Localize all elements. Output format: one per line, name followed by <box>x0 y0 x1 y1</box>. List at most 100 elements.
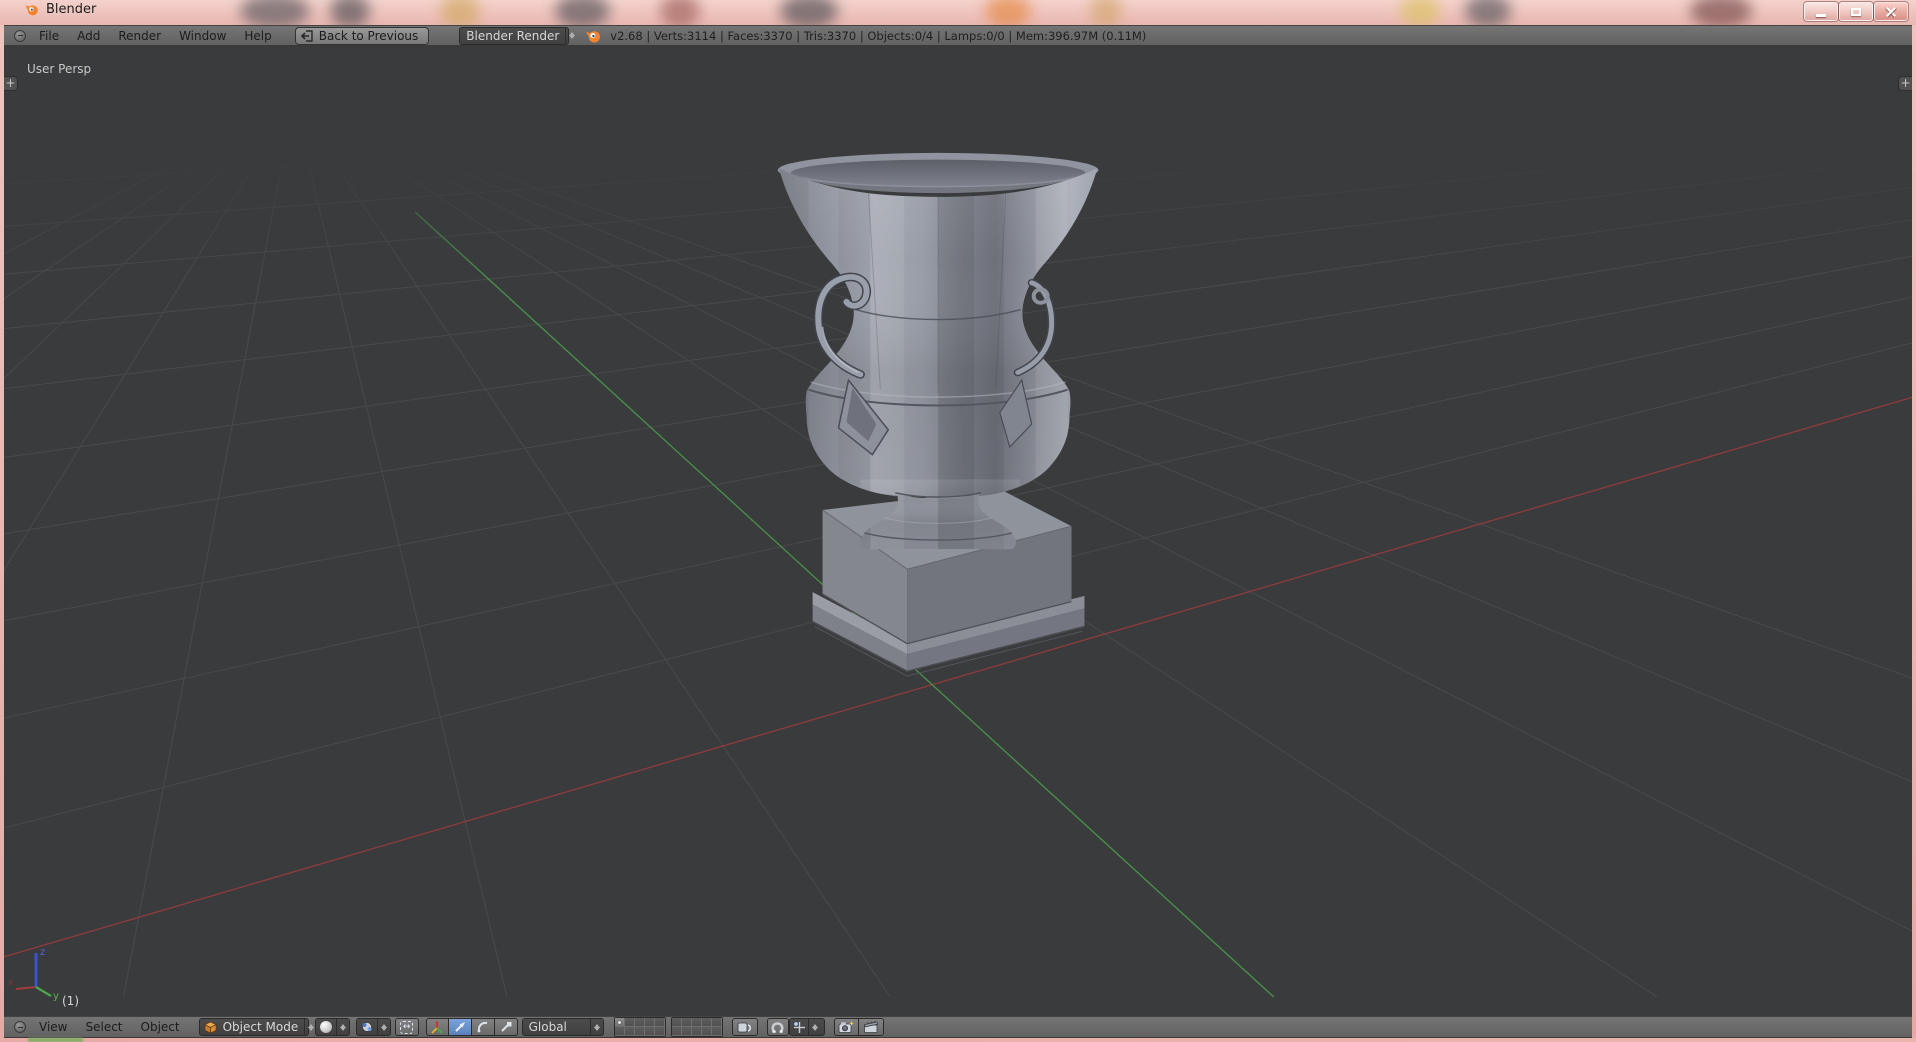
transform-orientation-select[interactable]: Global <box>522 1018 604 1036</box>
menu-help[interactable]: Help <box>235 29 280 43</box>
manipulate-centers-button[interactable]: ↔ <box>395 1018 419 1036</box>
axis-gizmo: x z y <box>6 941 70 1009</box>
translate-manipulator-button[interactable] <box>449 1018 472 1036</box>
snap-magnet-icon <box>771 1021 784 1034</box>
layer-group-1 <box>614 1017 666 1037</box>
layer-cell[interactable] <box>655 1027 665 1036</box>
menu-object[interactable]: Object <box>132 1020 189 1034</box>
layer-cell[interactable] <box>692 1018 702 1027</box>
desktop-blur-blob <box>240 0 310 25</box>
scene-lock-button[interactable] <box>732 1018 758 1036</box>
menu-render[interactable]: Render <box>109 29 170 43</box>
minimize-button[interactable] <box>1804 2 1838 21</box>
menu-window[interactable]: Window <box>170 29 235 43</box>
pivot-point-icon <box>360 1020 374 1034</box>
menu-file[interactable]: File <box>30 29 68 43</box>
desktop-blur-blob <box>440 0 480 25</box>
scene-lock-icon <box>737 1021 752 1034</box>
window-border-left <box>0 25 4 1042</box>
layer-cell[interactable] <box>615 1018 625 1027</box>
layer-cell[interactable] <box>625 1027 635 1036</box>
translate-icon <box>453 1020 467 1034</box>
layer-group-2 <box>671 1017 723 1037</box>
layer-cell[interactable] <box>712 1018 722 1027</box>
desktop-blur-blob <box>1090 0 1122 25</box>
blender-window: Blender File Add Render Window Help Back… <box>0 0 1916 1042</box>
mode-select[interactable]: Object Mode <box>199 1018 309 1036</box>
layer-cell[interactable] <box>682 1018 692 1027</box>
gizmo-y-label: y <box>53 991 59 1002</box>
render-opengl-button[interactable] <box>834 1018 859 1036</box>
layer-cell[interactable] <box>635 1018 645 1027</box>
viewport-3d[interactable]: User Persp (1) + + x z y <box>4 46 1912 1016</box>
layer-cell[interactable] <box>712 1027 722 1036</box>
manipulator-axes-icon <box>430 1020 444 1034</box>
info-header: File Add Render Window Help Back to Prev… <box>4 25 1912 46</box>
back-to-previous-label: Back to Previous <box>319 29 419 43</box>
layer-cell[interactable] <box>702 1018 712 1027</box>
render-engine-label: Blender Render <box>460 29 565 43</box>
layer-cell[interactable] <box>645 1018 655 1027</box>
properties-expand-icon[interactable]: + <box>1898 76 1912 91</box>
scene-stats: v2.68 | Verts:3114 | Faces:3370 | Tris:3… <box>610 29 1146 43</box>
desktop-blur-blob <box>1690 0 1752 25</box>
editor-collapse-icon[interactable] <box>14 1021 26 1033</box>
rotate-manipulator-button[interactable] <box>472 1018 495 1036</box>
layer-cell[interactable] <box>645 1027 655 1036</box>
desktop-blur-blob <box>780 0 838 25</box>
snap-element-select[interactable] <box>789 1018 825 1036</box>
layer-cell[interactable] <box>702 1027 712 1036</box>
maximize-button[interactable] <box>1839 2 1873 21</box>
desktop-blur-blob <box>660 0 700 25</box>
window-border-bottom <box>0 1038 1916 1042</box>
back-to-previous-button[interactable]: Back to Previous <box>295 27 430 45</box>
dropdown-spinner-icon <box>808 1019 821 1035</box>
desktop-blur-blob <box>985 0 1031 25</box>
close-button[interactable] <box>1874 2 1908 21</box>
dropdown-spinner-icon <box>590 1019 603 1035</box>
scale-manipulator-button[interactable] <box>495 1018 518 1036</box>
close-icon <box>1885 6 1897 18</box>
rotate-icon <box>476 1020 490 1034</box>
desktop-blur-blob <box>1465 0 1511 25</box>
viewport-shading-select[interactable] <box>315 1018 350 1036</box>
snap-toggle-button[interactable] <box>767 1018 789 1036</box>
layer-cell[interactable] <box>625 1018 635 1027</box>
window-title: Blender <box>46 2 96 17</box>
dropdown-spinner-icon <box>377 1019 390 1035</box>
pivot-point-select[interactable] <box>356 1018 391 1036</box>
manipulator-toggle-button[interactable] <box>426 1018 449 1036</box>
layer-cell[interactable] <box>655 1018 665 1027</box>
layer-cell[interactable] <box>672 1018 682 1027</box>
back-arrow-icon <box>300 30 314 42</box>
title-bar[interactable]: Blender <box>0 0 1916 25</box>
scale-icon <box>499 1020 513 1034</box>
layer-cell[interactable] <box>615 1027 625 1036</box>
layer-cell[interactable] <box>635 1027 645 1036</box>
render-engine-select[interactable]: Blender Render <box>459 27 569 45</box>
render-opengl-anim-button[interactable] <box>859 1018 884 1036</box>
dropdown-spinner-icon <box>565 28 578 44</box>
blender-app-icon <box>24 2 39 17</box>
mode-label: Object Mode <box>217 1020 305 1034</box>
desktop-blur-blob <box>555 0 610 25</box>
layer-cell[interactable] <box>692 1027 702 1036</box>
maximize-icon <box>1851 8 1861 16</box>
menu-view[interactable]: View <box>30 1020 76 1034</box>
menu-select[interactable]: Select <box>76 1020 131 1034</box>
snap-element-icon <box>793 1021 806 1034</box>
orientation-label: Global <box>523 1020 590 1034</box>
vase-model[interactable] <box>778 145 1108 676</box>
gizmo-z-label: z <box>40 947 45 958</box>
viewport-header: View Select Object Object Mode <box>4 1016 1912 1038</box>
toolshelf-expand-icon[interactable]: + <box>4 76 18 91</box>
editor-collapse-icon[interactable] <box>14 30 26 42</box>
menu-add[interactable]: Add <box>68 29 109 43</box>
layer-cell[interactable] <box>682 1027 692 1036</box>
viewport-shading-icon <box>320 1021 332 1033</box>
dropdown-spinner-icon <box>336 1019 349 1035</box>
gizmo-x-label: x <box>8 978 14 988</box>
desktop-blur-blob <box>28 1038 83 1042</box>
layer-cell[interactable] <box>672 1027 682 1036</box>
view-name-label: User Persp <box>27 62 91 76</box>
